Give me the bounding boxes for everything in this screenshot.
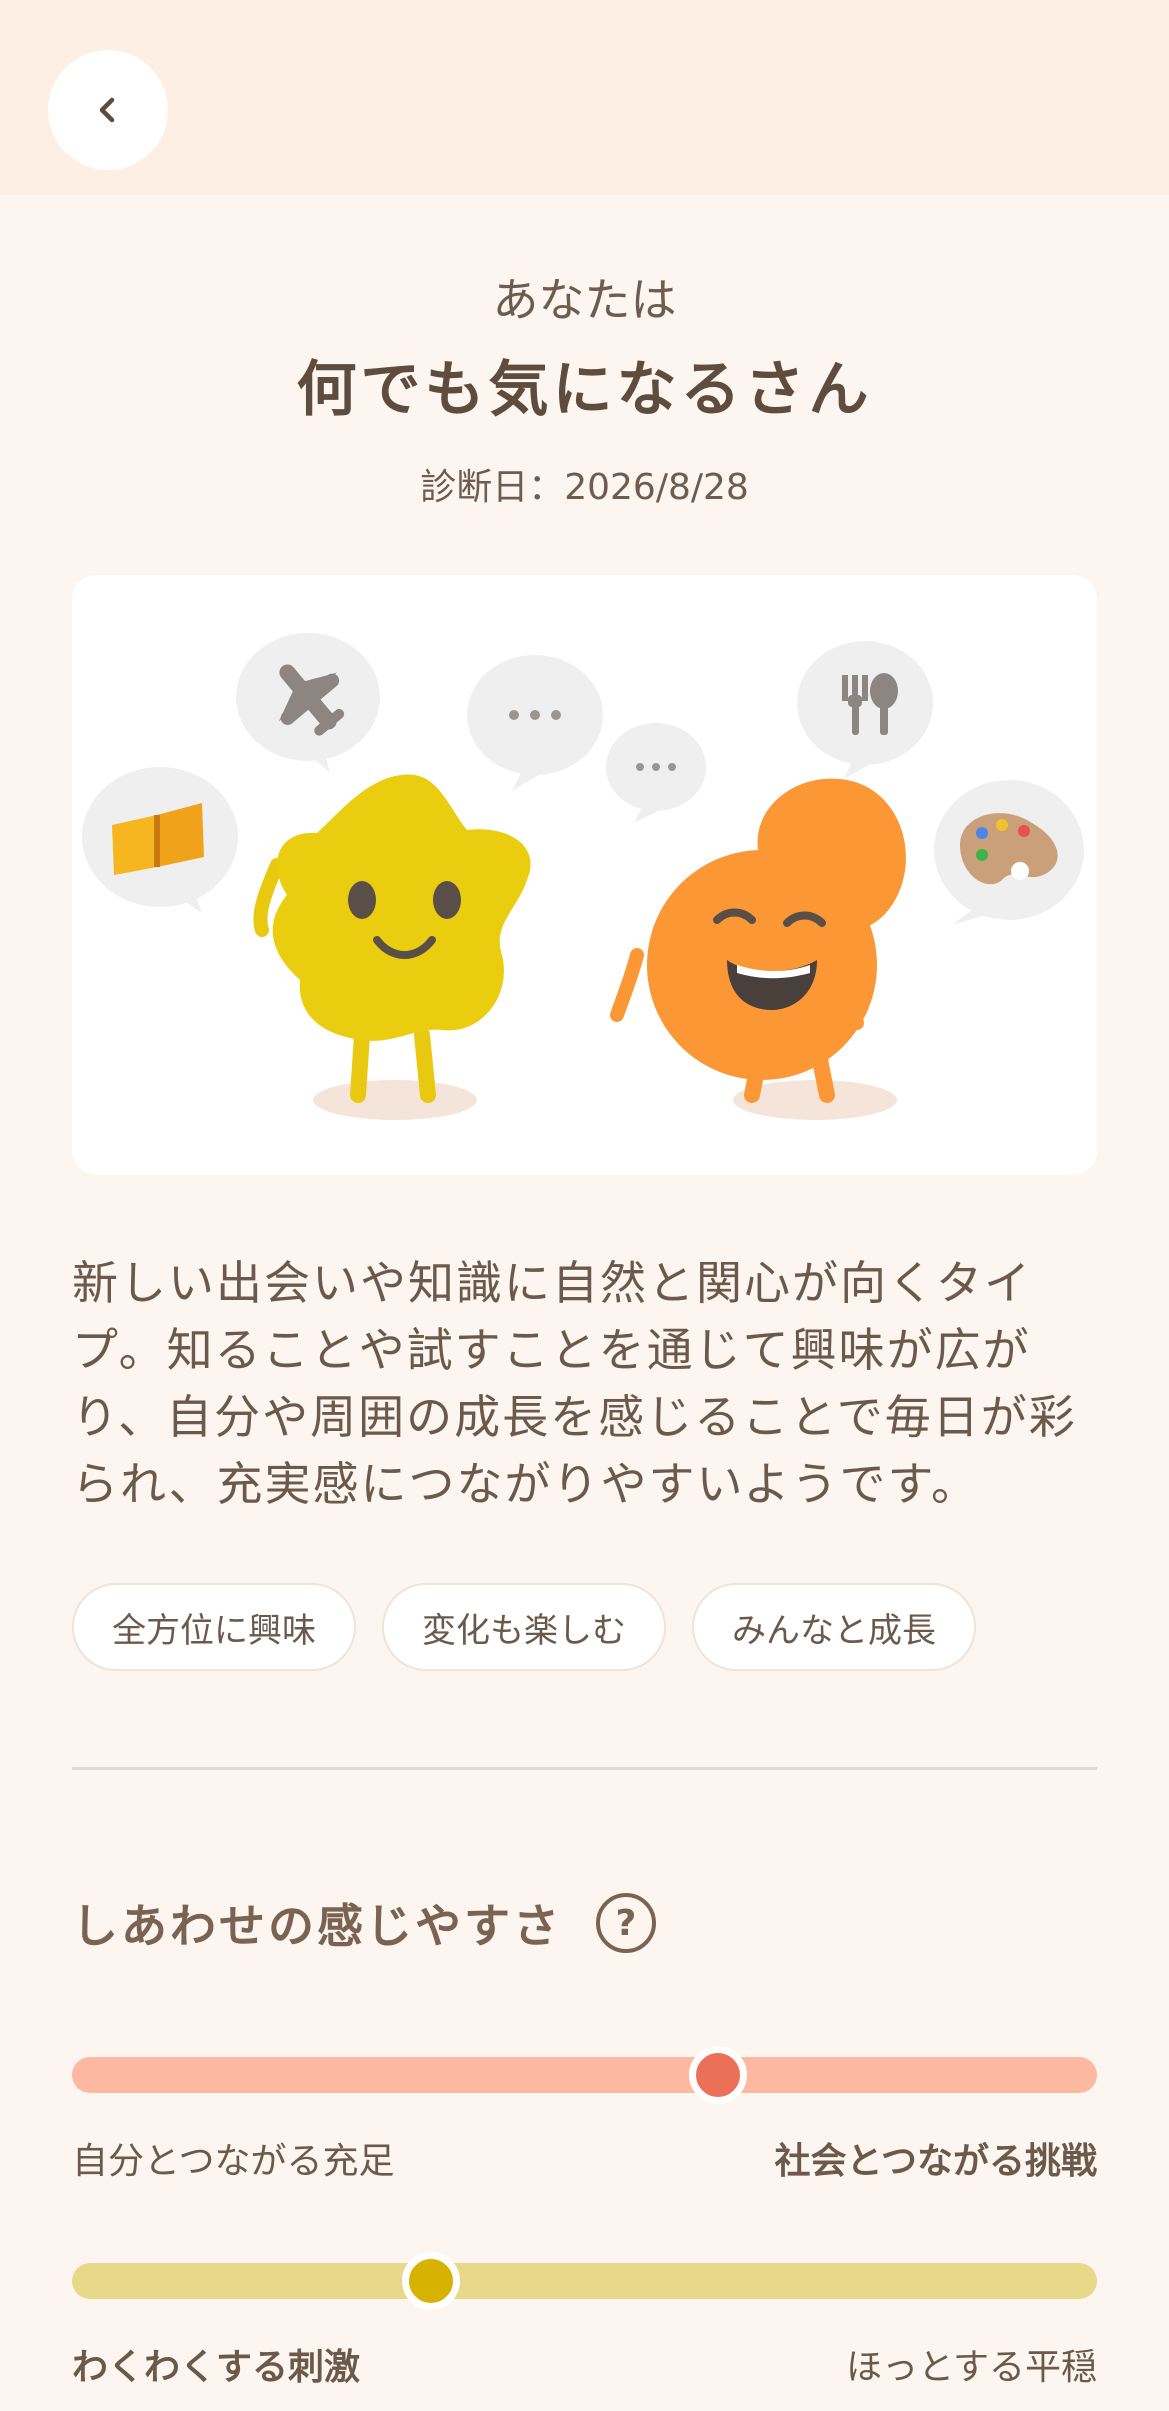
- back-button[interactable]: [48, 50, 168, 170]
- happiness-section-header: しあわせの感じやすさ ?: [72, 1890, 656, 1956]
- tag-chip: みんなと成長: [692, 1583, 976, 1671]
- type-description: 新しい出会いや知識に自然と関心が向くタイプ。知ることや試すことを通じて興味が広が…: [72, 1256, 1077, 1511]
- date-value: 2026/8/28: [564, 467, 749, 508]
- slider-labels-stimulus: わくわくする刺激 ほっとする平穏: [72, 2338, 1097, 2390]
- book-icon: [82, 767, 238, 913]
- speech-dots-icon: [467, 655, 706, 823]
- slider-thumb[interactable]: [688, 2046, 747, 2104]
- slider-thumb[interactable]: [401, 2252, 460, 2310]
- orange-character: [610, 778, 906, 1103]
- type-illustration: [72, 575, 1097, 1175]
- slider-left-label: わくわくする刺激: [72, 2347, 361, 2388]
- airplane-icon: [236, 633, 380, 773]
- star-character: [253, 774, 531, 1103]
- you-are-label: あなたは: [492, 273, 677, 327]
- tag-chip: 変化も楽しむ: [382, 1583, 666, 1671]
- slider-labels-social: 自分とつながる充足 社会とつながる挑戦: [72, 2132, 1097, 2184]
- slider-left-label: 自分とつながる充足: [72, 2141, 395, 2182]
- chevron-left-icon: [99, 97, 115, 123]
- palette-icon: [934, 780, 1084, 925]
- slider-right-label: ほっとする平穏: [846, 2347, 1097, 2388]
- result-header: あなたは 何でも気になるさん 診断日：2026/8/28: [0, 260, 1169, 528]
- section-divider: [72, 1767, 1097, 1770]
- diagnosis-date: 診断日：2026/8/28: [0, 448, 1169, 528]
- date-label: 診断日：: [420, 467, 565, 508]
- happiness-slider-stimulus[interactable]: [72, 2252, 1097, 2310]
- slider-right-label: 社会とつながる挑戦: [774, 2141, 1097, 2182]
- top-bar: [0, 0, 1169, 195]
- tag-list: 全方位に興味 変化も楽しむ みんなと成長: [72, 1583, 976, 1671]
- help-icon[interactable]: ?: [596, 1893, 656, 1953]
- type-name-title: 何でも気になるさん: [296, 355, 873, 425]
- happiness-title: しあわせの感じやすさ: [72, 1899, 562, 1953]
- tag-chip: 全方位に興味: [72, 1583, 356, 1671]
- happiness-slider-social[interactable]: [72, 2046, 1097, 2104]
- fork-spoon-icon: [797, 641, 933, 779]
